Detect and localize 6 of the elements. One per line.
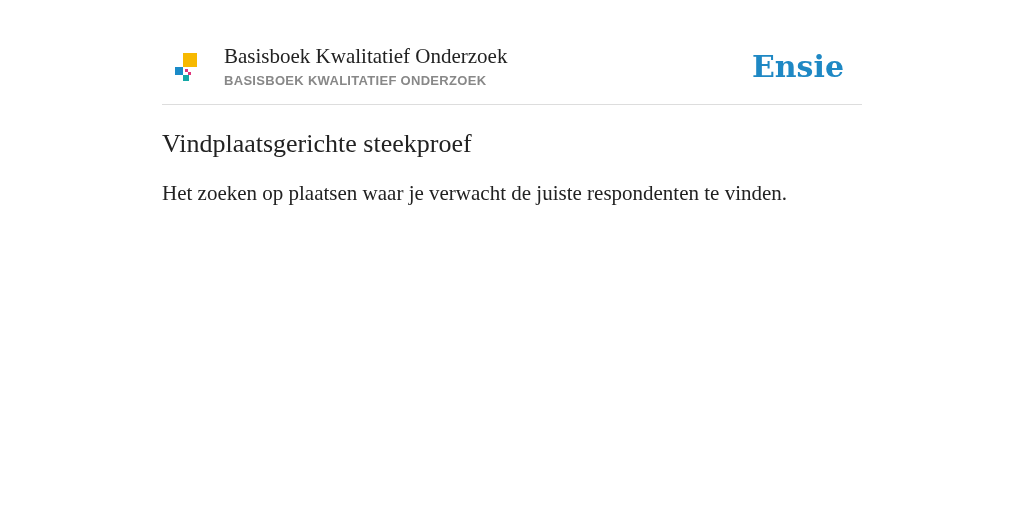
term-heading: Vindplaatsgerichte steekproef [162,129,473,159]
book-title: Basisboek Kwalitatief Onderzoek [224,44,509,69]
brand-logo[interactable]: Ensie [751,48,844,84]
definition-text: Het zoeken op plaatsen waar je verwacht de juiste respondenten te vinden. [162,181,789,206]
logo-icon [174,51,198,81]
book-subtitle: BASISBOEK KWALITATIEF ONDERZOEK [224,73,488,88]
